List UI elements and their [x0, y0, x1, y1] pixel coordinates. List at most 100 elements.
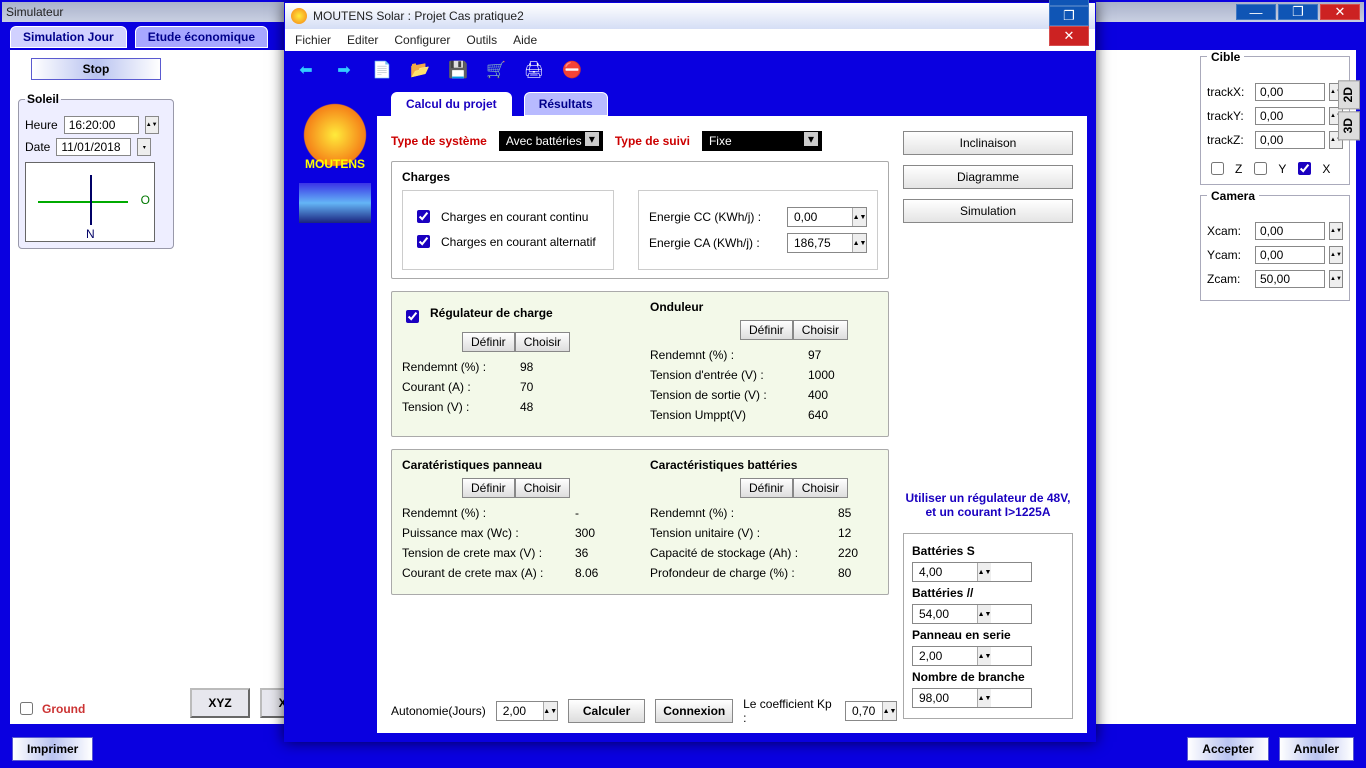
trackz-input[interactable] [1255, 131, 1325, 149]
ycam-label: Ycam: [1207, 248, 1251, 262]
cfg-bs-input[interactable] [913, 563, 977, 581]
sim-maximize-button[interactable]: ❐ [1278, 4, 1318, 20]
bat-prof-label: Profondeur de charge (%) : [650, 566, 830, 580]
print-icon[interactable]: 🖨 [523, 59, 545, 81]
onduleur-definir-button[interactable]: Définir [740, 320, 793, 340]
xyz-button[interactable]: XYZ [190, 688, 250, 718]
moutens-maximize-button[interactable]: ❐ [1049, 6, 1089, 26]
batteries-choisir-button[interactable]: Choisir [793, 478, 848, 498]
menu-configurer[interactable]: Configurer [394, 33, 450, 47]
coef-spinner[interactable]: ▲▼ [882, 702, 896, 720]
energie-cc-input[interactable] [788, 208, 852, 226]
regulateur-choisir-button[interactable]: Choisir [515, 332, 570, 352]
open-icon[interactable]: 📂 [409, 59, 431, 81]
imprimer-button[interactable]: Imprimer [12, 737, 93, 761]
ycam-input[interactable] [1255, 246, 1325, 264]
cfg-ps-spinner[interactable]: ▲▼ [977, 647, 991, 665]
menu-aide[interactable]: Aide [513, 33, 537, 47]
batteries-legend: Caractéristiques battéries [650, 458, 878, 472]
simulation-button[interactable]: Simulation [903, 199, 1073, 223]
inclinaison-button[interactable]: Inclinaison [903, 131, 1073, 155]
pan-tcrete-value: 36 [575, 546, 588, 560]
autonomie-label: Autonomie(Jours) [391, 704, 486, 718]
xcam-input[interactable] [1255, 222, 1325, 240]
diagramme-button[interactable]: Diagramme [903, 165, 1073, 189]
sim-close-button[interactable]: ✕ [1320, 4, 1360, 20]
thumbnail-preview[interactable] [299, 183, 371, 223]
tracky-input[interactable] [1255, 107, 1325, 125]
axis-y-checkbox[interactable] [1254, 162, 1267, 175]
connexion-button[interactable]: Connexion [655, 699, 733, 723]
cfg-bp-input[interactable] [913, 605, 977, 623]
heure-spinner[interactable]: ▲▼ [145, 116, 159, 134]
stop-button[interactable]: Stop [31, 58, 161, 80]
typesuivi-label: Type de suivi [615, 134, 690, 148]
tab-2d[interactable]: 2D [1338, 80, 1360, 109]
xcam-spinner[interactable]: ▲▼ [1329, 222, 1343, 240]
trackz-label: trackZ: [1207, 133, 1251, 147]
charges-ca-checkbox[interactable] [417, 235, 430, 248]
energie-ca-input[interactable] [788, 234, 852, 252]
cfg-ps-input[interactable] [913, 647, 977, 665]
forward-icon[interactable]: ➡ [333, 59, 355, 81]
axis-z-checkbox[interactable] [1211, 162, 1224, 175]
charges-cc-checkbox[interactable] [417, 210, 430, 223]
trackx-input[interactable] [1255, 83, 1325, 101]
accepter-button[interactable]: Accepter [1187, 737, 1268, 761]
autonomie-input[interactable] [497, 702, 543, 720]
onduleur-legend: Onduleur [650, 300, 878, 314]
autonomie-spinner[interactable]: ▲▼ [543, 702, 557, 720]
cfg-nb-spinner[interactable]: ▲▼ [977, 689, 991, 707]
date-dropdown[interactable]: ▾ [137, 138, 151, 156]
energie-cc-label: Energie CC (KWh/j) : [649, 210, 779, 224]
moutens-title: MOUTENS Solar : Projet Cas pratique2 [313, 9, 524, 23]
menu-editer[interactable]: Editer [347, 33, 378, 47]
annuler-button[interactable]: Annuler [1279, 737, 1354, 761]
panneau-legend: Caratéristiques panneau [402, 458, 630, 472]
ycam-spinner[interactable]: ▲▼ [1329, 246, 1343, 264]
regulateur-onduleur-box: Régulateur de charge DéfinirChoisir Rend… [391, 291, 889, 437]
heure-input[interactable] [64, 116, 139, 134]
bat-rend-value: 85 [838, 506, 851, 520]
new-icon[interactable]: 📄 [371, 59, 393, 81]
project-content: Type de système Avec battéries Type de s… [377, 117, 1087, 733]
stop-icon[interactable]: ⛔ [561, 59, 583, 81]
tab-calcul-projet[interactable]: Calcul du projet [391, 92, 512, 116]
cfg-nb-input[interactable] [913, 689, 977, 707]
bat-vu-label: Tension unitaire (V) : [650, 526, 830, 540]
regulateur-checkbox[interactable] [406, 310, 419, 323]
typesys-select[interactable]: Avec battéries [499, 131, 603, 151]
tab-resultats[interactable]: Résultats [524, 92, 608, 116]
ground-checkbox[interactable] [20, 702, 33, 715]
energie-cc-spinner[interactable]: ▲▼ [852, 208, 866, 226]
onduleur-choisir-button[interactable]: Choisir [793, 320, 848, 340]
batteries-definir-button[interactable]: Définir [740, 478, 793, 498]
pan-pmax-value: 300 [575, 526, 595, 540]
cfg-bp-spinner[interactable]: ▲▼ [977, 605, 991, 623]
moutens-close-button[interactable]: ✕ [1049, 26, 1089, 46]
tab-etude-economique[interactable]: Etude économique [135, 26, 268, 48]
tab-simulation-jour[interactable]: Simulation Jour [10, 26, 127, 48]
tab-3d[interactable]: 3D [1338, 111, 1360, 140]
cart-icon[interactable]: 🛒 [485, 59, 507, 81]
moutens-titlebar: MOUTENS Solar : Projet Cas pratique2 — ❐… [285, 3, 1095, 29]
save-icon[interactable]: 💾 [447, 59, 469, 81]
cfg-bs-label: Battéries S [912, 544, 1064, 558]
calculer-button[interactable]: Calculer [568, 699, 646, 723]
menu-fichier[interactable]: Fichier [295, 33, 331, 47]
sim-minimize-button[interactable]: — [1236, 4, 1276, 20]
typesuivi-select[interactable]: Fixe [702, 131, 822, 151]
zcam-input[interactable] [1255, 270, 1325, 288]
cfg-bs-spinner[interactable]: ▲▼ [977, 563, 991, 581]
coef-input[interactable] [846, 702, 882, 720]
panneau-choisir-button[interactable]: Choisir [515, 478, 570, 498]
date-input[interactable] [56, 138, 131, 156]
moutens-sidebar: MOUTENS [293, 93, 377, 733]
menu-outils[interactable]: Outils [466, 33, 497, 47]
energie-ca-spinner[interactable]: ▲▼ [852, 234, 866, 252]
back-icon[interactable]: ⬅ [295, 59, 317, 81]
regulateur-definir-button[interactable]: Définir [462, 332, 515, 352]
panneau-definir-button[interactable]: Définir [462, 478, 515, 498]
zcam-spinner[interactable]: ▲▼ [1329, 270, 1343, 288]
axis-x-checkbox[interactable] [1298, 162, 1311, 175]
